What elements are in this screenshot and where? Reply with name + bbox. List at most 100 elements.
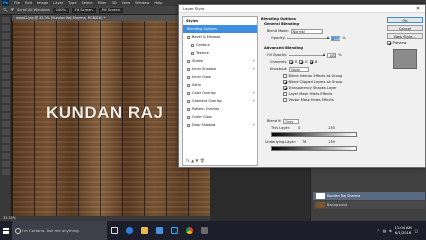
delete-icon[interactable]: 🗑︎ bbox=[200, 158, 205, 163]
quick-select-tool-icon[interactable] bbox=[1, 41, 10, 47]
opacity-input[interactable]: 100 bbox=[331, 36, 341, 41]
new-style-button[interactable]: New Style... bbox=[387, 33, 423, 39]
menu-file[interactable]: File bbox=[14, 1, 20, 5]
underlying-layer-gradient-bar[interactable] bbox=[271, 146, 357, 151]
lasso-tool-icon[interactable] bbox=[1, 33, 10, 39]
style-item-satin[interactable]: Satin bbox=[183, 81, 257, 89]
style-item-inner-shadow[interactable]: Inner Shadow + bbox=[183, 65, 257, 73]
style-checkbox[interactable] bbox=[187, 35, 190, 39]
eyedropper-tool-icon[interactable] bbox=[1, 57, 10, 63]
crop-tool-icon[interactable] bbox=[1, 49, 10, 55]
style-item-color-overlay[interactable]: Color Overlay + bbox=[183, 89, 257, 97]
photoshop-taskbar-icon[interactable] bbox=[167, 221, 182, 240]
chrome-icon[interactable] bbox=[182, 221, 197, 240]
style-item-blending-options[interactable]: Blending Options bbox=[183, 25, 257, 33]
fit-screen-button[interactable]: Fit Screen bbox=[71, 7, 96, 13]
blend-interior-checkbox[interactable] bbox=[283, 74, 287, 78]
file-explorer-icon[interactable] bbox=[137, 221, 152, 240]
transparency-shapes-checkbox[interactable] bbox=[283, 86, 287, 90]
style-checkbox[interactable] bbox=[187, 59, 190, 63]
style-item-contour[interactable]: Contour bbox=[183, 41, 257, 49]
style-item-gradient-overlay[interactable]: Gradient Overlay + bbox=[183, 97, 257, 105]
cortana-search-box[interactable]: I'm Cortana. Ask me anything. bbox=[12, 221, 107, 240]
style-item-drop-shadow[interactable]: Drop Shadow + bbox=[183, 121, 257, 129]
style-item-stroke[interactable]: Stroke + bbox=[183, 57, 257, 65]
fx-footer[interactable]: fx ▲ ▼ 🗑︎ bbox=[182, 157, 258, 165]
add-icon[interactable]: + bbox=[252, 57, 255, 65]
layer-row-background[interactable]: Background bbox=[313, 201, 425, 209]
opacity-slider[interactable] bbox=[287, 36, 330, 40]
ok-button[interactable]: OK bbox=[387, 17, 423, 23]
preview-checkbox[interactable] bbox=[387, 41, 391, 45]
menu-filter[interactable]: Filter bbox=[98, 1, 107, 5]
style-checkbox[interactable] bbox=[187, 99, 190, 103]
cancel-button[interactable]: Cancel bbox=[387, 25, 423, 31]
blend-if-select[interactable]: Gray bbox=[283, 119, 300, 124]
blur-tool-icon[interactable] bbox=[1, 113, 10, 119]
layer-mask-checkbox[interactable] bbox=[283, 92, 287, 96]
menu-window[interactable]: Window bbox=[135, 1, 149, 5]
channel-b-checkbox[interactable] bbox=[309, 60, 314, 64]
slider-knob[interactable] bbox=[323, 53, 326, 57]
style-checkbox[interactable] bbox=[187, 123, 190, 127]
style-checkbox[interactable] bbox=[191, 43, 194, 47]
dodge-tool-icon[interactable] bbox=[1, 121, 10, 127]
network-icon[interactable]: ▤ bbox=[383, 229, 386, 233]
menu-view[interactable]: View bbox=[122, 1, 131, 5]
this-layer-gradient-bar[interactable] bbox=[271, 132, 357, 137]
store-icon[interactable] bbox=[152, 221, 167, 240]
move-down-icon[interactable]: ▼ bbox=[195, 158, 198, 163]
marquee-tool-icon[interactable] bbox=[1, 25, 10, 31]
move-tool-icon[interactable] bbox=[1, 17, 10, 23]
styles-header[interactable]: Styles bbox=[183, 17, 257, 25]
scroll-all-windows-checkbox[interactable] bbox=[10, 8, 15, 12]
type-tool-icon[interactable] bbox=[1, 137, 10, 143]
close-icon[interactable]: ✕ bbox=[411, 5, 425, 13]
app-icon[interactable] bbox=[197, 221, 212, 240]
fill-opacity-slider[interactable] bbox=[289, 53, 326, 57]
start-button[interactable] bbox=[0, 221, 12, 240]
style-item-outer-glow[interactable]: Outer Glow bbox=[183, 113, 257, 121]
add-icon[interactable]: + bbox=[252, 65, 255, 73]
style-checkbox[interactable] bbox=[187, 67, 190, 71]
gradient-tool-icon[interactable] bbox=[1, 105, 10, 111]
history-brush-tool-icon[interactable] bbox=[1, 89, 10, 95]
layer-row-text[interactable]: Kundan Raj Sharma bbox=[313, 192, 425, 200]
knockout-select[interactable]: None bbox=[289, 67, 310, 72]
zoom-tool-icon[interactable]: 🔍︎ bbox=[3, 8, 8, 12]
style-checkbox[interactable] bbox=[187, 107, 190, 111]
blend-clipped-checkbox[interactable] bbox=[283, 80, 287, 84]
stamp-tool-icon[interactable] bbox=[1, 81, 10, 87]
task-view-icon[interactable] bbox=[107, 221, 122, 240]
add-icon[interactable]: + bbox=[252, 89, 255, 97]
add-icon[interactable]: + bbox=[252, 121, 255, 129]
canvas-text-layer[interactable]: KUNDAN RAJ bbox=[46, 103, 163, 123]
style-item-pattern-overlay[interactable]: Pattern Overlay bbox=[183, 105, 257, 113]
hand-tool-icon[interactable] bbox=[1, 161, 10, 167]
menu-help[interactable]: Help bbox=[154, 1, 162, 5]
style-checkbox[interactable] bbox=[187, 75, 190, 79]
menu-layer[interactable]: Layer bbox=[53, 1, 63, 5]
zoom-tool-icon[interactable] bbox=[1, 169, 10, 175]
channel-g-checkbox[interactable] bbox=[299, 60, 303, 64]
menu-type[interactable]: Type bbox=[68, 1, 76, 5]
menu-3d[interactable]: 3D bbox=[112, 1, 117, 5]
brush-tool-icon[interactable] bbox=[1, 73, 10, 79]
menu-edit[interactable]: Edit bbox=[25, 1, 32, 5]
fx-icon[interactable]: fx bbox=[186, 158, 190, 163]
notifications-icon[interactable]: □ bbox=[415, 229, 418, 233]
style-checkbox[interactable] bbox=[187, 83, 190, 87]
move-up-icon[interactable]: ▲ bbox=[191, 158, 194, 163]
style-item-texture[interactable]: Texture bbox=[183, 49, 257, 57]
volume-icon[interactable]: 🔊︎ bbox=[389, 229, 391, 233]
style-checkbox[interactable] bbox=[191, 51, 194, 55]
style-checkbox[interactable] bbox=[187, 91, 190, 95]
chevron-up-icon[interactable]: ⌃ bbox=[377, 229, 380, 233]
style-item-inner-glow[interactable]: Inner Glow bbox=[183, 73, 257, 81]
path-select-tool-icon[interactable] bbox=[1, 145, 10, 151]
menu-image[interactable]: Image bbox=[37, 1, 48, 5]
pen-tool-icon[interactable] bbox=[1, 129, 10, 135]
eraser-tool-icon[interactable] bbox=[1, 97, 10, 103]
healing-tool-icon[interactable] bbox=[1, 65, 10, 71]
edge-icon[interactable] bbox=[122, 221, 137, 240]
